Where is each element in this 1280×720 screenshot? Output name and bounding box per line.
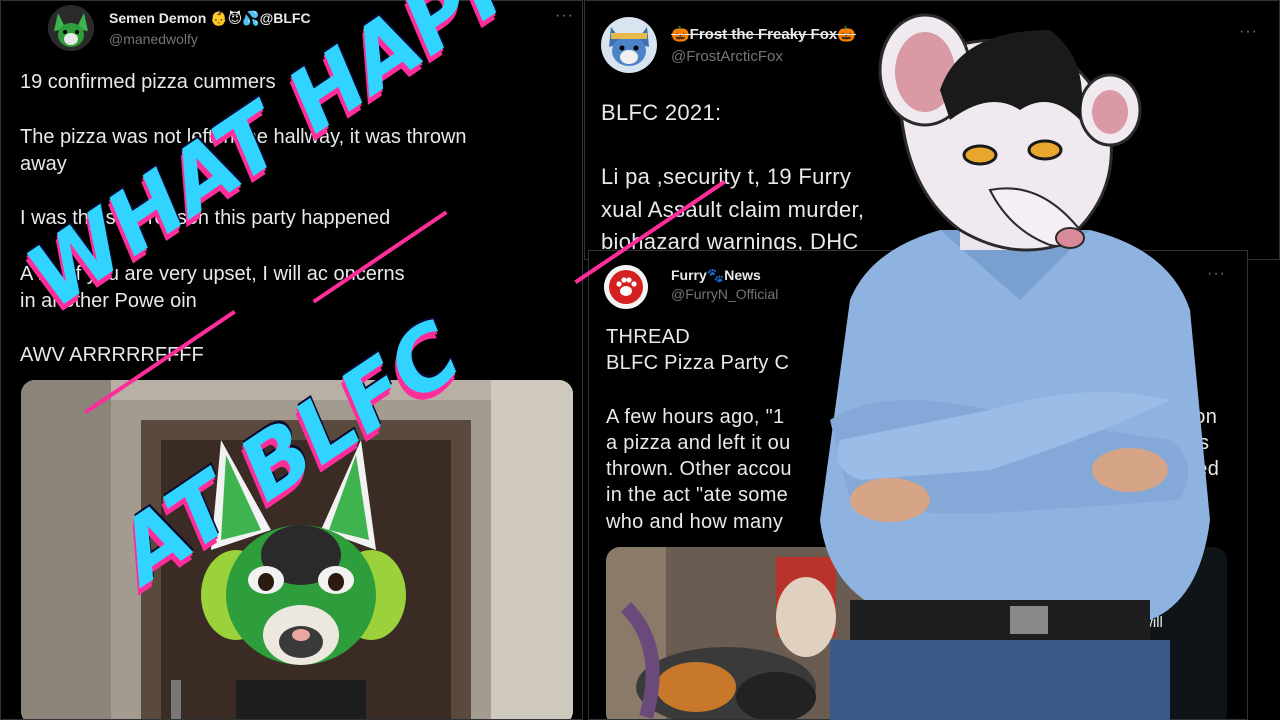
tweet-photo-fursuit[interactable] — [21, 380, 573, 719]
avatar-fox[interactable] — [601, 17, 657, 73]
tweet-text-line: in the act "ate some — [606, 484, 789, 506]
more-icon[interactable]: ··· — [555, 7, 574, 25]
fursuit-photo-illustration — [21, 380, 573, 719]
author-name[interactable]: Semen Demon 👶😈💦@BLFC — [109, 10, 311, 27]
author-handle[interactable]: @FrostArcticFox — [671, 48, 783, 65]
opossum-man-figure — [820, 13, 1210, 720]
author-name[interactable]: Furry🐾News — [671, 267, 761, 284]
tweet-text-line: BLFC 2021: — [601, 100, 722, 125]
tweet-text-line: The pizza was not left in the hallway, i… — [20, 126, 467, 148]
tweet-text-line: away — [20, 153, 67, 175]
tweet-text-line: AWV ARRRRRFFFF — [20, 344, 204, 366]
author-handle[interactable]: @manedwolfy — [109, 31, 198, 47]
avatar-wolf[interactable] — [48, 5, 94, 51]
author-handle[interactable]: @FurryN_Official — [671, 286, 778, 302]
tweet-text-line: 19 confirmed pizza cummers — [20, 71, 276, 93]
tweet-text-line: in another Powe oin — [20, 290, 197, 312]
tweet-text-line: a pizza and left it ou — [606, 432, 791, 454]
tweet-text-line: I was the sole reason this party happene… — [20, 207, 391, 229]
tweet-text-line: who and how many — [606, 511, 784, 533]
avatar-paw[interactable] — [604, 265, 648, 309]
tweet-text-line: BLFC Pizza Party C — [606, 352, 790, 374]
tweet-left[interactable]: Semen Demon 👶😈💦@BLFC @manedwolfy ··· 19 … — [0, 0, 583, 720]
tweet-text-line: A lot of you are very upset, I will ac o… — [20, 263, 405, 285]
tweet-text-line: THREAD — [606, 326, 691, 348]
tweet-text-line: thrown. Other accou — [606, 458, 792, 480]
tweet-text-line: A few hours ago, "1 — [606, 406, 785, 428]
